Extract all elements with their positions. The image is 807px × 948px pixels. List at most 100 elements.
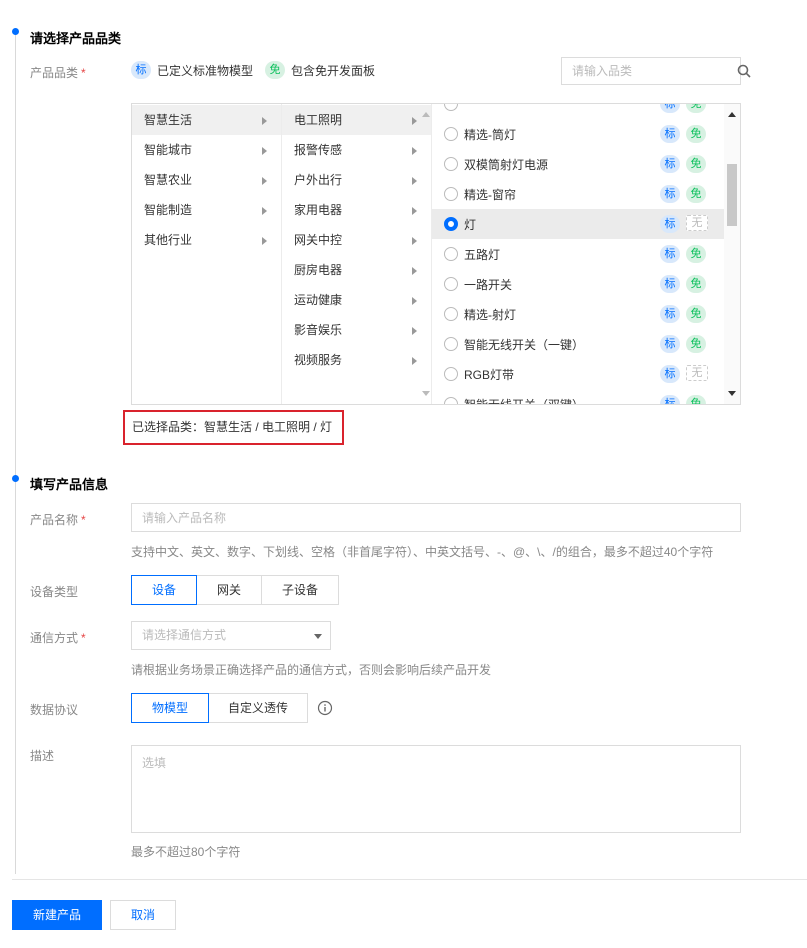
radio-button[interactable]	[444, 397, 458, 404]
standard-model-tag: 标	[660, 365, 680, 383]
level1-item-label: 其他行业	[144, 233, 193, 247]
option-tags: 标免	[660, 155, 706, 173]
category-cascader: 智慧生活智能城市智慧农业智能制造其他行业 电工照明 报警传感 户外出行 家用电器网关中…	[131, 103, 741, 405]
level3-option[interactable]: 智能无线开关（一键）标免	[432, 329, 724, 359]
radio-button[interactable]	[444, 127, 458, 141]
product-name-hint: 支持中文、英文、数字、下划线、空格（非首尾字符）、中英文括号、-、@、\、/的组…	[131, 545, 714, 559]
level2-item-label: 运动健康	[294, 293, 343, 307]
level3-option[interactable]: 标免	[432, 104, 724, 119]
device-type-gateway-button[interactable]: 网关	[196, 575, 262, 605]
level1-item[interactable]: 智慧农业	[132, 165, 281, 195]
search-icon[interactable]	[737, 58, 751, 84]
level3-option[interactable]: 精选-窗帘标免	[432, 179, 724, 209]
protocol-label: 数据协议	[30, 703, 79, 717]
product-name-input[interactable]	[132, 504, 740, 531]
level2-item[interactable]: 网关中控	[282, 225, 431, 255]
scroll-down-icon[interactable]	[422, 391, 430, 396]
category-search-input[interactable]	[562, 58, 737, 84]
radio-button[interactable]	[444, 247, 458, 261]
free-panel-tag: 免	[686, 185, 706, 203]
level3-option[interactable]: 精选-筒灯标免	[432, 119, 724, 149]
level3-option[interactable]: 灯标无	[432, 209, 724, 239]
level3-option[interactable]: 一路开关标免	[432, 269, 724, 299]
radio-button[interactable]	[444, 277, 458, 291]
category-legend: 标 已定义标准物模型 免 包含免开发面板	[131, 61, 381, 79]
option-tags: 标免	[660, 245, 706, 263]
protocol-selector: 物模型 自定义透传	[131, 693, 308, 723]
column-3-scrollbar[interactable]	[724, 104, 740, 404]
description-textarea[interactable]	[132, 746, 740, 832]
scroll-up-icon[interactable]	[422, 112, 430, 117]
info-icon[interactable]	[317, 700, 333, 716]
radio-button[interactable]	[444, 187, 458, 201]
protocol-model-button[interactable]: 物模型	[131, 693, 209, 723]
comm-select-placeholder: 请选择通信方式	[142, 628, 227, 642]
level1-item-label: 智慧农业	[144, 173, 193, 187]
standard-model-text: 已定义标准物模型	[157, 63, 254, 78]
level1-item-label: 智能制造	[144, 203, 193, 217]
radio-button[interactable]	[444, 157, 458, 171]
column-2-scrollbar[interactable]	[421, 104, 431, 404]
chevron-right-icon	[412, 117, 417, 125]
no-panel-tag: 无	[686, 365, 708, 381]
step-dot-2	[12, 475, 19, 482]
level3-option[interactable]: 精选-射灯标免	[432, 299, 724, 329]
level3-option[interactable]: 双模筒射灯电源标免	[432, 149, 724, 179]
standard-model-tag: 标	[660, 245, 680, 263]
option-tags: 标无	[660, 215, 708, 233]
selected-category-path: 已选择品类：智慧生活 / 电工照明 / 灯	[123, 410, 344, 445]
comm-label: 通信方式 *	[30, 631, 86, 645]
free-panel-tag: 免	[686, 245, 706, 263]
column-1-scrollbar[interactable]	[271, 104, 281, 404]
standard-model-tag: 标	[660, 104, 680, 113]
protocol-custom-button[interactable]: 自定义透传	[208, 693, 308, 723]
level2-item-label: 网关中控	[294, 233, 343, 247]
standard-model-tag: 标	[660, 395, 680, 404]
level2-item[interactable]: 影音娱乐	[282, 315, 431, 345]
standard-model-tag: 标	[660, 335, 680, 353]
level1-item[interactable]: 其他行业	[132, 225, 281, 255]
category-search	[561, 57, 751, 85]
level2-item-label: 厨房电器	[294, 263, 343, 277]
radio-button[interactable]	[444, 307, 458, 321]
device-type-device-button[interactable]: 设备	[131, 575, 197, 605]
radio-button[interactable]	[444, 104, 458, 111]
chevron-down-icon	[314, 634, 322, 639]
chevron-right-icon	[262, 117, 267, 125]
level2-item[interactable]: 报警传感	[282, 135, 431, 165]
free-panel-tag: 免	[265, 61, 286, 79]
radio-button[interactable]	[444, 337, 458, 351]
chevron-right-icon	[262, 177, 267, 185]
level3-option[interactable]: 五路灯标免	[432, 239, 724, 269]
level2-item[interactable]: 运动健康	[282, 285, 431, 315]
scroll-up-icon[interactable]	[728, 112, 736, 117]
level1-item-label: 智能城市	[144, 143, 193, 157]
scroll-down-icon[interactable]	[728, 391, 736, 396]
level1-item[interactable]: 智慧生活	[132, 105, 281, 135]
timeline-line	[15, 34, 16, 874]
create-product-button[interactable]: 新建产品	[12, 900, 102, 930]
cancel-button[interactable]: 取消	[110, 900, 176, 930]
comm-select[interactable]: 请选择通信方式	[131, 621, 331, 650]
radio-button[interactable]	[444, 217, 458, 231]
step-dot-1	[12, 28, 19, 35]
scroll-thumb[interactable]	[727, 164, 737, 226]
section-title-product-info: 填写产品信息	[30, 477, 109, 492]
level2-item[interactable]: 厨房电器	[282, 255, 431, 285]
chevron-right-icon	[412, 357, 417, 365]
chevron-right-icon	[412, 237, 417, 245]
chevron-right-icon	[412, 177, 417, 185]
level3-option[interactable]: RGB灯带标无	[432, 359, 724, 389]
level2-item[interactable]: 家用电器	[282, 195, 431, 225]
level2-item[interactable]: 户外出行	[282, 165, 431, 195]
radio-button[interactable]	[444, 367, 458, 381]
level2-item[interactable]: 视频服务	[282, 345, 431, 375]
level2-item[interactable]: 电工照明	[282, 105, 431, 135]
level1-item[interactable]: 智能城市	[132, 135, 281, 165]
description-field	[131, 745, 741, 833]
device-type-subdevice-button[interactable]: 子设备	[261, 575, 339, 605]
level1-item[interactable]: 智能制造	[132, 195, 281, 225]
chevron-right-icon	[412, 147, 417, 155]
level3-option[interactable]: 智能无线开关（双键）标免	[432, 389, 724, 404]
standard-model-tag: 标	[660, 215, 680, 233]
